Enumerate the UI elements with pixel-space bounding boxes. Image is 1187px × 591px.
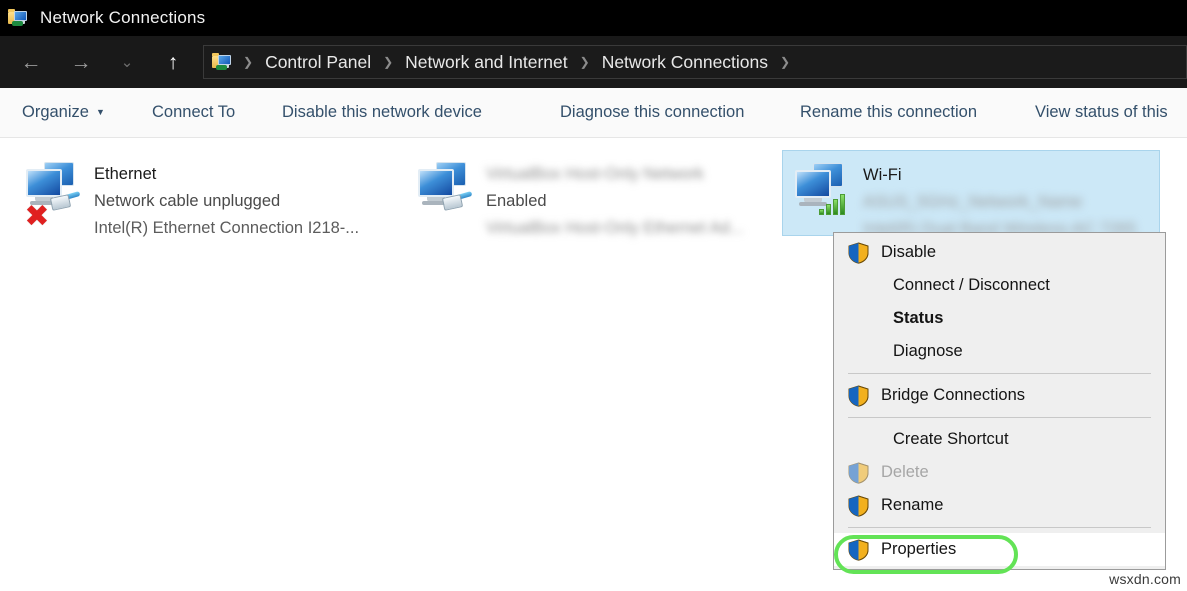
connection-name: Ethernet [94,165,157,183]
uac-shield-icon [848,461,869,484]
menu-item-label: Create Shortcut [893,430,1009,448]
menu-item-disable[interactable]: Disable [834,236,1165,269]
command-toolbar: Organize ▼ Connect To Disable this netwo… [0,88,1187,138]
wifi-signal-bars-icon [819,193,849,215]
toolbar-disable-device-button[interactable]: Disable this network device [282,88,482,137]
breadcrumb-item-network-and-internet[interactable]: Network and Internet [402,52,570,73]
toolbar-diagnose-button[interactable]: Diagnose this connection [560,88,744,137]
connection-device: VirtualBox Host-Only Ethernet Ad... [486,219,744,237]
source-watermark: wsxdn.com [1109,571,1181,587]
menu-separator [848,417,1151,418]
network-connections-window: Network Connections ← → ⌄ ↑ ❯ Control Pa… [0,0,1187,591]
red-x-error-icon: ✖ [24,199,50,234]
uac-shield-icon [848,538,869,561]
network-folder-icon [212,52,234,72]
address-bar: ← → ⌄ ↑ ❯ Control Panel ❯ Network and In… [0,36,1187,88]
uac-shield-icon [848,384,869,407]
recent-locations-chevron-down-icon[interactable]: ⌄ [110,45,144,79]
connection-name: VirtualBox Host-Only Network [486,165,704,183]
menu-item-bridge-connections[interactable]: Bridge Connections [834,379,1165,412]
menu-separator [848,373,1151,374]
connection-item-virtualbox-host-only[interactable]: VirtualBox Host-Only Network Enabled Vir… [406,150,778,237]
connection-name: Wi-Fi [863,166,902,184]
window-title: Network Connections [40,8,206,27]
menu-item-create-shortcut[interactable]: Create Shortcut [834,423,1165,456]
connection-status: Enabled [486,192,547,210]
menu-item-label: Properties [881,540,957,558]
context-menu[interactable]: Disable Connect / Disconnect Status Diag… [833,232,1166,570]
network-adapter-icon [414,158,476,216]
connection-item-wifi[interactable]: Wi-Fi ASUS_5GHz_Network_Name Intel(R) Du… [782,150,1160,238]
menu-item-label: Connect / Disconnect [893,276,1050,294]
menu-item-status[interactable]: Status [834,302,1165,335]
breadcrumb-separator-icon[interactable]: ❯ [571,55,599,69]
toolbar-connect-to-button[interactable]: Connect To [152,88,235,137]
breadcrumb-separator-icon[interactable]: ❯ [374,55,402,69]
forward-button[interactable]: → [64,45,98,79]
toolbar-rename-button[interactable]: Rename this connection [800,88,977,137]
breadcrumb-item-network-connections[interactable]: Network Connections [599,52,771,73]
network-folder-icon [8,8,30,28]
breadcrumb[interactable]: ❯ Control Panel ❯ Network and Internet ❯… [203,45,1187,79]
menu-item-label: Diagnose [893,342,963,360]
network-adapter-icon [791,159,853,217]
connection-item-ethernet[interactable]: ✖ Ethernet Network cable unplugged Intel… [14,150,404,237]
connection-status: ASUS_5GHz_Network_Name [863,193,1083,211]
uac-shield-icon [848,241,869,264]
menu-item-label: Delete [881,463,929,481]
title-bar: Network Connections [0,0,1187,36]
breadcrumb-item-control-panel[interactable]: Control Panel [262,52,374,73]
menu-item-rename[interactable]: Rename [834,489,1165,522]
up-button[interactable]: ↑ [156,45,190,79]
menu-item-label: Rename [881,496,944,514]
menu-item-connect-disconnect[interactable]: Connect / Disconnect [834,269,1165,302]
menu-item-label: Status [893,309,944,327]
menu-item-label: Disable [881,243,937,261]
menu-item-delete[interactable]: Delete [834,456,1165,489]
menu-item-label: Bridge Connections [881,386,1026,404]
breadcrumb-separator-icon: ❯ [243,55,254,69]
toolbar-organize-button[interactable]: Organize ▼ [22,88,105,137]
toolbar-view-status-button[interactable]: View status of this [1035,88,1168,137]
breadcrumb-separator-icon[interactable]: ❯ [771,55,799,69]
menu-item-diagnose[interactable]: Diagnose [834,335,1165,368]
uac-shield-icon [848,494,869,517]
network-adapter-icon: ✖ [22,158,84,232]
toolbar-item-label: Organize [22,103,89,121]
back-button[interactable]: ← [14,45,48,79]
chevron-down-icon: ▼ [95,106,105,117]
menu-item-properties[interactable]: Properties [834,533,1165,566]
connection-status: Network cable unplugged [94,192,281,210]
connection-device: Intel(R) Ethernet Connection I218-... [94,219,360,237]
menu-separator [848,527,1151,528]
